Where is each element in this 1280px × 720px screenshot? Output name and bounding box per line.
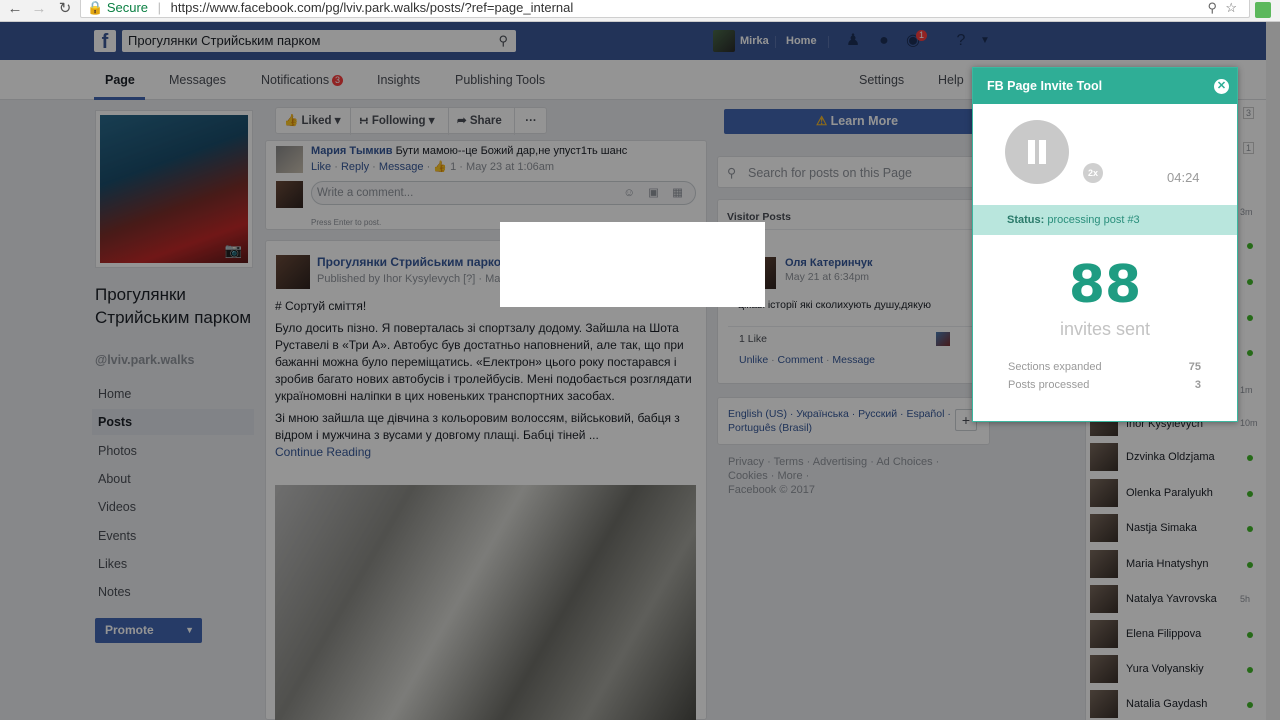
status-label: Status: bbox=[1007, 214, 1045, 226]
pause-icon bbox=[1028, 140, 1035, 164]
lock-icon: 🔒 bbox=[87, 0, 104, 15]
pause-icon bbox=[1039, 140, 1046, 164]
browser-toolbar: ← → ↻ 🔒 Secure | https://www.facebook.co… bbox=[0, 0, 1280, 22]
back-icon[interactable]: ← bbox=[4, 0, 26, 20]
close-icon[interactable]: ✕ bbox=[1214, 79, 1229, 94]
location-pin-icon[interactable]: ⚲ bbox=[1207, 0, 1217, 16]
elapsed-timer: 04:24 bbox=[1167, 170, 1200, 185]
loading-dialog bbox=[500, 222, 765, 307]
pause-button[interactable] bbox=[1005, 120, 1069, 184]
reload-icon[interactable]: ↻ bbox=[54, 0, 76, 20]
address-separator: | bbox=[157, 0, 162, 15]
status-bar: Status: processing post #3 bbox=[973, 205, 1237, 235]
url-text: https://www.facebook.com/pg/lviv.park.wa… bbox=[170, 0, 574, 15]
invites-count: 88 bbox=[1068, 255, 1142, 315]
invites-label: invites sent bbox=[1059, 319, 1151, 339]
sections-expanded-value: 75 bbox=[1188, 361, 1201, 373]
secure-label: Secure bbox=[106, 0, 149, 15]
extension-icon[interactable] bbox=[1255, 2, 1271, 18]
posts-processed-value: 3 bbox=[1194, 379, 1201, 391]
speed-toggle[interactable]: 2x bbox=[1083, 163, 1103, 183]
invite-tool-title: FB Page Invite Tool bbox=[987, 79, 1103, 93]
sections-expanded-label: Sections expanded bbox=[1008, 361, 1102, 373]
forward-icon[interactable]: → bbox=[28, 0, 50, 20]
posts-processed-label: Posts processed bbox=[1008, 379, 1090, 391]
invite-tool-panel: FB Page Invite Tool ✕ 2x 04:24 Status: p… bbox=[972, 67, 1238, 422]
invite-tool-header: FB Page Invite Tool ✕ bbox=[973, 68, 1237, 104]
bookmark-star-icon[interactable]: ☆ bbox=[1225, 0, 1237, 16]
address-bar[interactable]: 🔒 Secure | https://www.facebook.com/pg/l… bbox=[80, 0, 1250, 18]
status-text: processing post #3 bbox=[1047, 214, 1140, 226]
